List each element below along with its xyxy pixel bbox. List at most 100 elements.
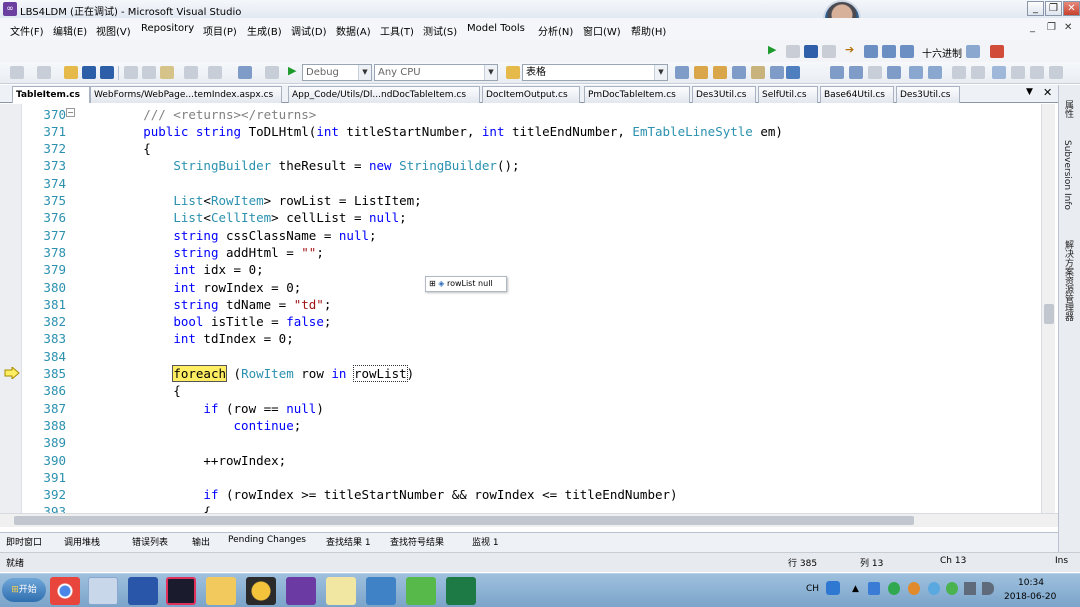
code-line[interactable]: int tdIndex = 0; [83,330,293,347]
menu-project[interactable]: 项目(P) [203,23,237,38]
code-line[interactable]: ++rowIndex; [83,452,286,469]
horizontal-scrollbar[interactable] [0,513,1058,527]
start-page-icon[interactable] [770,66,784,79]
undo-icon[interactable] [184,66,198,79]
excel-icon[interactable] [446,577,476,605]
comment-bubble-icon[interactable] [1030,66,1044,79]
tab-find-results[interactable]: 查找结果 1 [326,535,371,548]
code-line[interactable]: continue; [83,417,302,434]
vertical-scrollbar[interactable] [1041,104,1055,514]
solution-explorer-tab[interactable]: 解决方案资源管理器 [1062,240,1075,321]
tab-watch[interactable]: 监视 1 [472,535,499,548]
continue-icon[interactable]: ▶ [768,43,776,56]
code-line[interactable]: { [83,382,181,399]
close-button[interactable]: ✕ [1063,1,1080,16]
tray-app-icon[interactable] [928,582,940,595]
platform-dropdown[interactable]: Any CPU ▼ [374,64,498,81]
code-line[interactable]: if (rowIndex >= titleStartNumber && rowI… [83,486,677,503]
network-icon[interactable] [964,582,976,595]
menu-debug[interactable]: 调试(D) [291,23,327,38]
menu-tools[interactable]: 工具(T) [380,23,414,38]
step-into-icon[interactable] [864,45,878,58]
menu-file[interactable]: 文件(F) [10,23,44,38]
comment-icon[interactable] [830,66,844,79]
tab-docitemtable[interactable]: App_Code/Utils/Dl...ndDocTableItem.cs [288,86,480,103]
code-line[interactable]: bool isTitle = false; [83,313,331,330]
tab-des3util-2[interactable]: Des3Util.cs [896,86,960,103]
tab-selfutil[interactable]: SelfUtil.cs [758,86,818,103]
align-left-icon[interactable] [952,66,966,79]
format-icon[interactable] [868,66,882,79]
object-browser-icon[interactable] [713,66,727,79]
datatip[interactable]: ⊞ ◈ rowList null [425,276,507,292]
tab-docitemoutput[interactable]: DocItemOutput.cs [482,86,580,103]
step-over-icon[interactable] [882,45,896,58]
tab-output[interactable]: 输出 [192,535,210,548]
inner-restore-button[interactable]: ❐ [1047,22,1056,33]
new-project-icon[interactable] [10,66,24,79]
redo-icon[interactable] [208,66,222,79]
properties-icon[interactable] [694,66,708,79]
windows-dropdown-icon[interactable] [990,45,1004,58]
tray-app-icon[interactable] [908,582,920,595]
current-code-line[interactable]: foreach (RowItem row in rowList) [83,365,414,382]
code-line[interactable]: string tdName = "td"; [83,296,331,313]
menu-view[interactable]: 视图(V) [96,23,131,38]
tab-pmdoctableitem[interactable]: PmDocTableItem.cs [584,86,690,103]
find-combo[interactable]: 表格 ▼ [522,64,668,81]
security-tray-icon[interactable] [868,582,880,595]
datatip-expand-icon[interactable]: ⊞ [429,279,436,288]
align-right-icon[interactable] [971,66,985,79]
find-in-files-icon[interactable] [506,66,520,79]
menu-window[interactable]: 窗口(W) [583,23,621,38]
tab-find-symbol-results[interactable]: 查找符号结果 [390,535,444,548]
tab-dropdown-icon[interactable]: ▼ [1026,87,1033,97]
cut-icon[interactable] [124,66,138,79]
indent-icon[interactable] [909,66,923,79]
tray-app-icon[interactable] [888,582,900,595]
code-line[interactable]: int rowIndex = 0; [83,279,301,296]
stop-icon[interactable] [804,45,818,58]
minimize-button[interactable]: _ [1027,1,1044,16]
window-icon[interactable] [992,66,1006,79]
save-icon[interactable] [82,66,96,79]
restore-button[interactable]: ❐ [1045,1,1062,16]
bookmark-icon[interactable] [887,66,901,79]
menu-analyze[interactable]: 分析(N) [538,23,573,38]
tab-close-icon[interactable]: ✕ [1043,86,1052,99]
window-layout-icon[interactable] [786,66,800,79]
inner-minimize-button[interactable]: _ [1030,22,1035,33]
tab-error-list[interactable]: 错误列表 [132,535,168,548]
start-button[interactable]: ⊞开始 [2,578,46,602]
visual-studio-icon[interactable] [286,577,316,605]
vs-debug-icon[interactable] [88,577,118,605]
breakpoint-window-icon[interactable] [966,45,980,58]
show-next-statement-icon[interactable]: ➔ [845,43,854,56]
ultraedit-icon[interactable] [246,577,276,605]
navigate-forward-icon[interactable] [265,66,279,79]
folder-icon[interactable] [206,577,236,605]
navigate-backward-icon[interactable] [238,66,252,79]
extension-manager-icon[interactable] [751,66,765,79]
menu-build[interactable]: 生成(B) [247,23,282,38]
start-debugging-icon[interactable]: ▶ [288,64,296,77]
comment-bubble-icon[interactable] [1049,66,1063,79]
restart-icon[interactable] [822,45,836,58]
qq-avatar-icon[interactable] [366,577,396,605]
outdent-icon[interactable] [928,66,942,79]
menu-edit[interactable]: 编辑(E) [53,23,87,38]
menu-repository[interactable]: Repository [141,23,194,34]
tab-immediate-window[interactable]: 即时窗口 [6,535,42,548]
hex-display-button[interactable]: 十六进制 [922,45,962,60]
clock-date[interactable]: 2018-06-20 [1004,592,1056,602]
code-line[interactable]: List<RowItem> rowList = ListItem; [83,192,421,209]
tab-pending-changes[interactable]: Pending Changes [228,535,306,545]
properties-panel-tab[interactable]: 属性 [1062,100,1075,118]
code-line[interactable]: List<CellItem> cellList = null; [83,209,406,226]
menu-test[interactable]: 测试(S) [423,23,457,38]
paste-icon[interactable] [160,66,174,79]
toolbox-icon[interactable] [732,66,746,79]
code-line[interactable]: string addHtml = ""; [83,244,324,261]
menu-help[interactable]: 帮助(H) [631,23,666,38]
code-line[interactable]: if (row == null) [83,400,323,417]
